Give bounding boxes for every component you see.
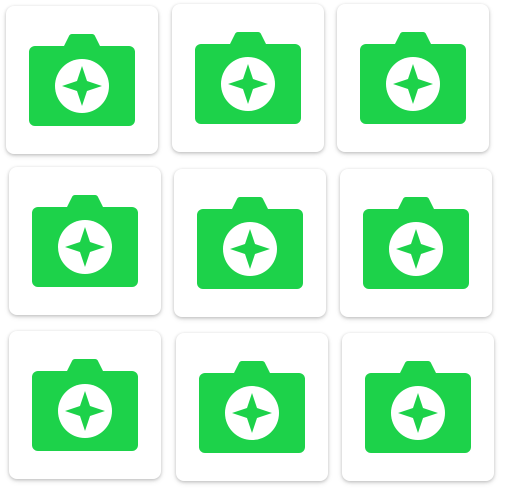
camera-compass-icon [32, 195, 138, 287]
icon-tile[interactable] [337, 4, 489, 152]
icon-tile[interactable] [342, 333, 494, 481]
camera-compass-icon [32, 359, 138, 451]
camera-compass-icon [29, 34, 135, 126]
icon-tile[interactable] [340, 169, 492, 317]
icon-tile[interactable] [174, 169, 326, 317]
icon-tile[interactable] [9, 167, 161, 315]
icon-tile[interactable] [6, 6, 158, 154]
camera-compass-icon [199, 361, 305, 453]
camera-compass-icon [365, 361, 471, 453]
icon-tile[interactable] [9, 331, 161, 479]
camera-compass-icon [363, 197, 469, 289]
icon-grid [0, 0, 510, 494]
camera-compass-icon [360, 32, 466, 124]
camera-compass-icon [197, 197, 303, 289]
icon-tile[interactable] [176, 333, 328, 481]
camera-compass-icon [195, 32, 301, 124]
icon-tile[interactable] [172, 4, 324, 152]
